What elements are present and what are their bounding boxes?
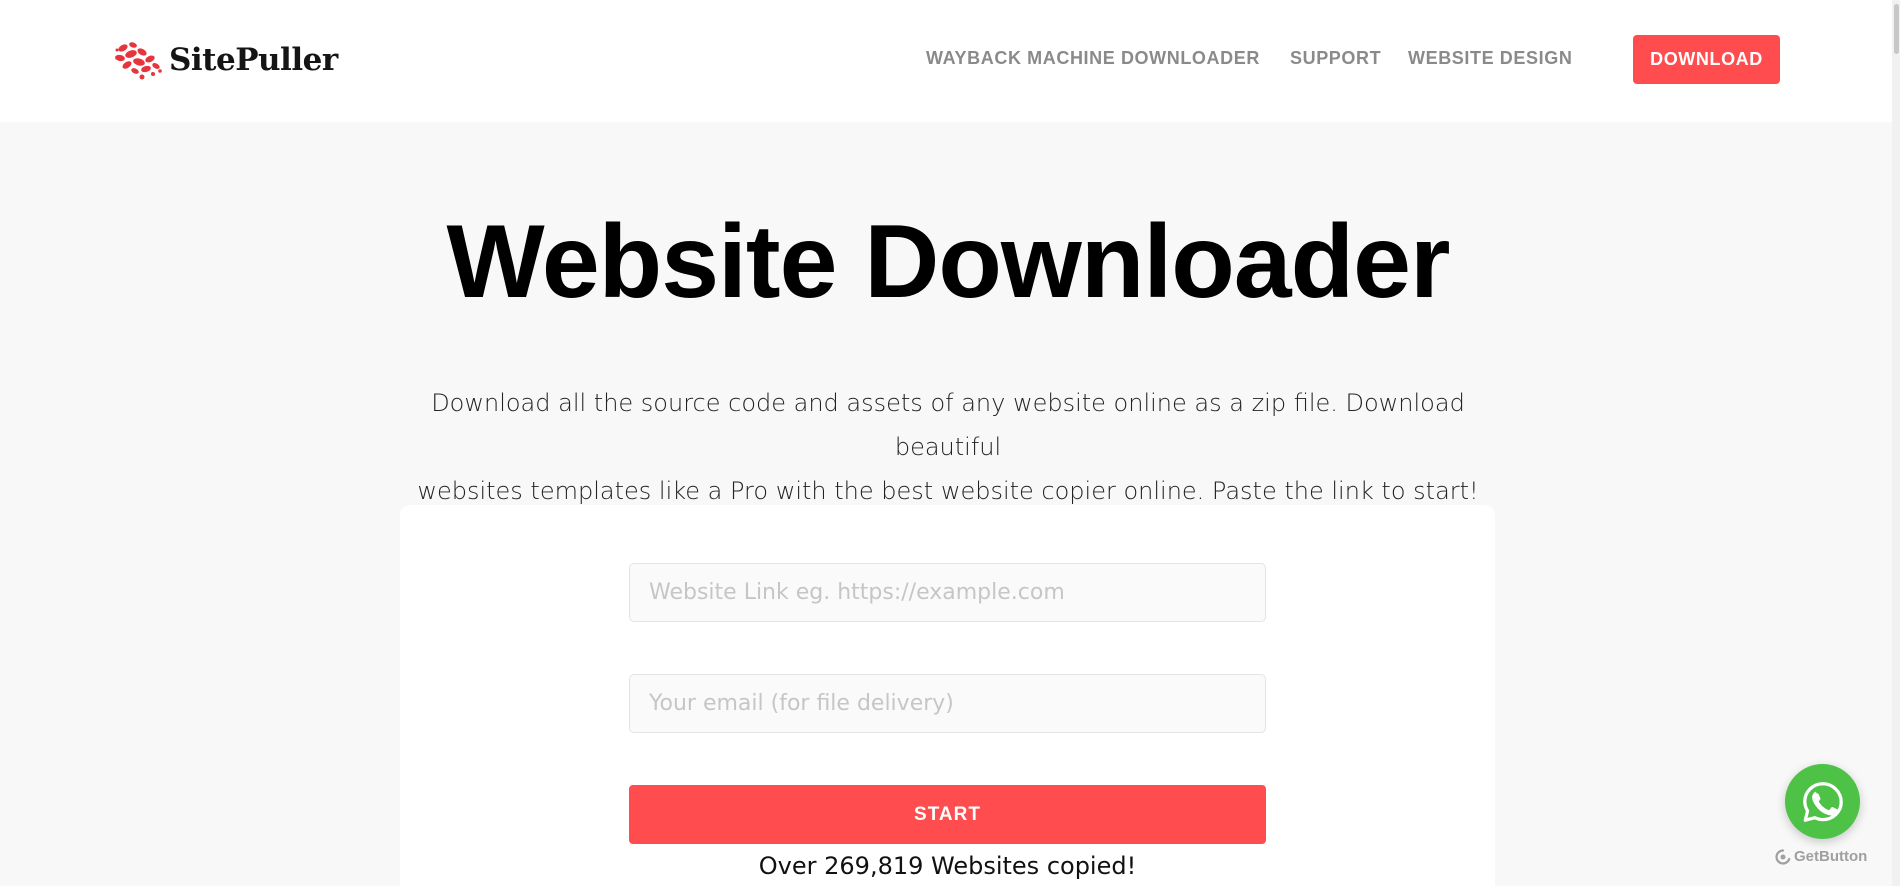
hero-description-line-1: Download all the source code and assets … (431, 389, 1465, 461)
getbutton-credit[interactable]: GetButton (1775, 848, 1867, 865)
page-title: Website Downloader (446, 204, 1451, 320)
scrollbar-thumb[interactable] (1894, 4, 1899, 54)
whatsapp-chat-button[interactable] (1785, 764, 1860, 839)
hero-description: Download all the source code and assets … (410, 381, 1486, 513)
nav-support[interactable]: SUPPORT (1290, 48, 1381, 69)
getbutton-icon (1775, 848, 1791, 865)
download-button[interactable]: DOWNLOAD (1633, 35, 1780, 84)
start-button[interactable]: START (629, 785, 1266, 844)
main-nav: WAYBACK MACHINE DOWNLOADER SUPPORT WEBSI… (0, 48, 1900, 72)
websites-copied-counter: Over 269,819 Websites copied! (758, 852, 1137, 880)
website-link-input[interactable] (629, 563, 1266, 622)
whatsapp-icon (1802, 781, 1843, 822)
nav-wayback-machine-downloader[interactable]: WAYBACK MACHINE DOWNLOADER (926, 48, 1260, 69)
email-field[interactable] (629, 674, 1266, 733)
getbutton-label: GetButton (1794, 848, 1868, 865)
nav-website-design[interactable]: WEBSITE DESIGN (1408, 48, 1572, 69)
site-header: SitePuller WAYBACK MACHINE DOWNLOADER SU… (0, 0, 1900, 122)
page-scrollbar[interactable] (1892, 0, 1900, 886)
